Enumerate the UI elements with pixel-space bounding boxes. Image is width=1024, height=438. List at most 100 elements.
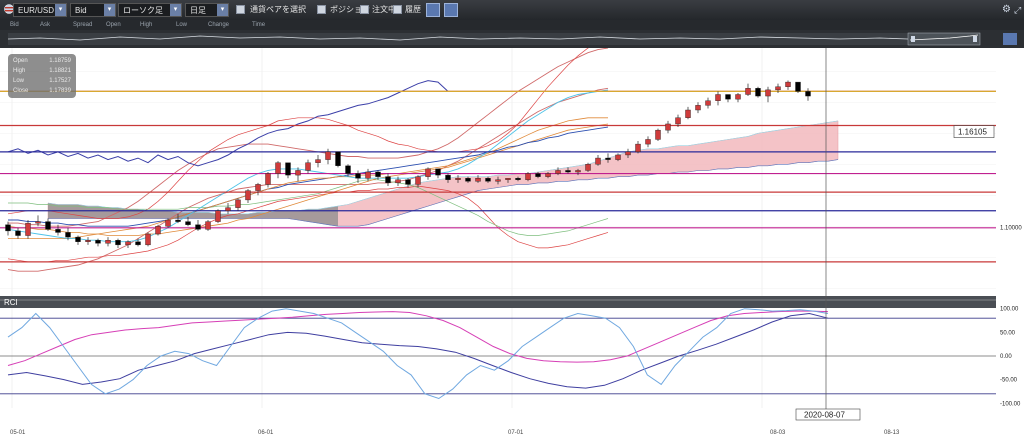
- candle: [585, 164, 591, 171]
- navigator-window[interactable]: [907, 32, 981, 46]
- candle: [545, 173, 551, 177]
- legend-item: Low: [176, 22, 188, 28]
- candle: [595, 157, 601, 165]
- date-tick-label: 08-03: [770, 430, 786, 436]
- legend-item: Bid: [10, 22, 19, 28]
- candle: [285, 162, 291, 176]
- navigator-track: [8, 33, 908, 45]
- candle: [165, 219, 171, 227]
- expand-icon[interactable]: ⤢: [1014, 3, 1021, 17]
- candle: [535, 173, 541, 177]
- ohlc-close-label: Close: [13, 88, 29, 94]
- bollinger-lower: [7, 185, 609, 263]
- candle: [435, 168, 441, 176]
- candle: [215, 210, 221, 222]
- candle: [675, 117, 681, 125]
- candle: [755, 88, 761, 97]
- rci-tick-label: -100.00: [1000, 401, 1021, 407]
- candle: [155, 226, 161, 235]
- candle: [275, 162, 281, 174]
- candle: [715, 94, 721, 101]
- candle: [345, 165, 351, 174]
- candle: [805, 91, 811, 97]
- current-price-label: 1.16105: [958, 128, 987, 137]
- navigator-right-handle[interactable]: [973, 36, 977, 42]
- candle: [455, 177, 461, 180]
- ohlc-open-value: 1.18759: [49, 58, 71, 64]
- candle: [135, 241, 141, 246]
- history-checkbox[interactable]: [393, 5, 402, 14]
- candle: [485, 177, 491, 182]
- rci-tick-label: -50.00: [1000, 378, 1018, 384]
- rci-long-line: [7, 312, 829, 389]
- candle: [515, 177, 521, 180]
- candle: [5, 224, 11, 232]
- navigator-expand-icon[interactable]: [1003, 33, 1017, 45]
- candle: [385, 176, 391, 184]
- candle: [735, 94, 741, 100]
- candle: [405, 179, 411, 185]
- symbol-label: EUR/USD: [18, 6, 55, 15]
- candle: [125, 241, 131, 246]
- candle: [95, 239, 101, 244]
- candle: [565, 170, 571, 173]
- candle: [75, 236, 81, 242]
- toolbar: EUR/USD ▾ Bid ▾ ローソク足 ▾ 日足 ▾ 通貨ペアを選択 ポジシ…: [0, 0, 1024, 20]
- chevron-down-icon: ▾: [170, 4, 181, 16]
- chart-settings-icon[interactable]: [426, 3, 440, 17]
- symbol-select[interactable]: EUR/USD ▾: [13, 3, 67, 17]
- price-type-select[interactable]: Bid ▾: [70, 3, 116, 17]
- candle: [415, 176, 421, 185]
- candle: [395, 179, 401, 184]
- candle: [555, 170, 561, 174]
- orders-checkbox[interactable]: [360, 5, 369, 14]
- ohlc-box: Open 1.18759 High 1.18821 Low 1.17527 Cl…: [8, 54, 76, 98]
- gear-icon[interactable]: ⚙: [1002, 3, 1011, 17]
- chart-area[interactable]: RCI 1.16105 1.10000 100.00 50.00 0.00 -50.00 -…: [0, 48, 1024, 438]
- candle: [45, 221, 51, 230]
- period-select[interactable]: 日足 ▾: [185, 3, 229, 17]
- ohlc-open: Open 1.18759: [13, 57, 73, 65]
- candle: [635, 143, 641, 153]
- ohlc-open-label: Open: [13, 58, 28, 64]
- candle: [295, 170, 301, 176]
- legend-bar: Bid Ask Spread Open High Low Change Time: [0, 20, 1024, 30]
- ohlc-close-value: 1.17839: [49, 88, 71, 94]
- candle: [195, 224, 201, 230]
- legend-item: Change: [208, 22, 230, 28]
- ohlc-low: Low 1.17527: [13, 77, 73, 85]
- candle: [185, 221, 191, 225]
- ohlc-close: Close 1.17839: [13, 87, 73, 95]
- candle: [495, 179, 501, 182]
- rci-short-line: [7, 308, 829, 400]
- candle: [35, 221, 41, 224]
- positions-checkbox[interactable]: [317, 5, 326, 14]
- legend-item: Time: [252, 22, 266, 28]
- navigator-sparkline: [7, 32, 1017, 46]
- navigator-left-handle[interactable]: [911, 36, 915, 42]
- candle: [465, 177, 471, 182]
- candle: [425, 168, 431, 177]
- ma-green: [8, 179, 609, 236]
- navigator[interactable]: [0, 30, 1024, 48]
- axes: 1.16105 1.10000 100.00 50.00 0.00 -50.00 -100.…: [10, 48, 1022, 436]
- candle: [315, 159, 321, 163]
- chart-type-select[interactable]: ローソク足 ▾: [118, 3, 182, 17]
- legend-item: Ask: [40, 22, 51, 28]
- select-pair-checkbox[interactable]: [236, 5, 245, 14]
- date-tick-label: 08-13: [884, 430, 900, 436]
- candle: [615, 154, 621, 160]
- candle: [625, 151, 631, 156]
- ohlc-low-value: 1.17527: [49, 78, 71, 84]
- candle: [305, 162, 311, 171]
- candle: [375, 171, 381, 177]
- candle: [665, 123, 671, 131]
- candle: [695, 105, 701, 111]
- rci-mid-line: [7, 310, 829, 366]
- candle: [25, 222, 31, 236]
- bollinger-upper-2: [8, 48, 609, 227]
- indicator-list-icon[interactable]: [444, 3, 458, 17]
- candle: [175, 219, 181, 222]
- candle: [645, 139, 651, 145]
- candle: [85, 239, 91, 242]
